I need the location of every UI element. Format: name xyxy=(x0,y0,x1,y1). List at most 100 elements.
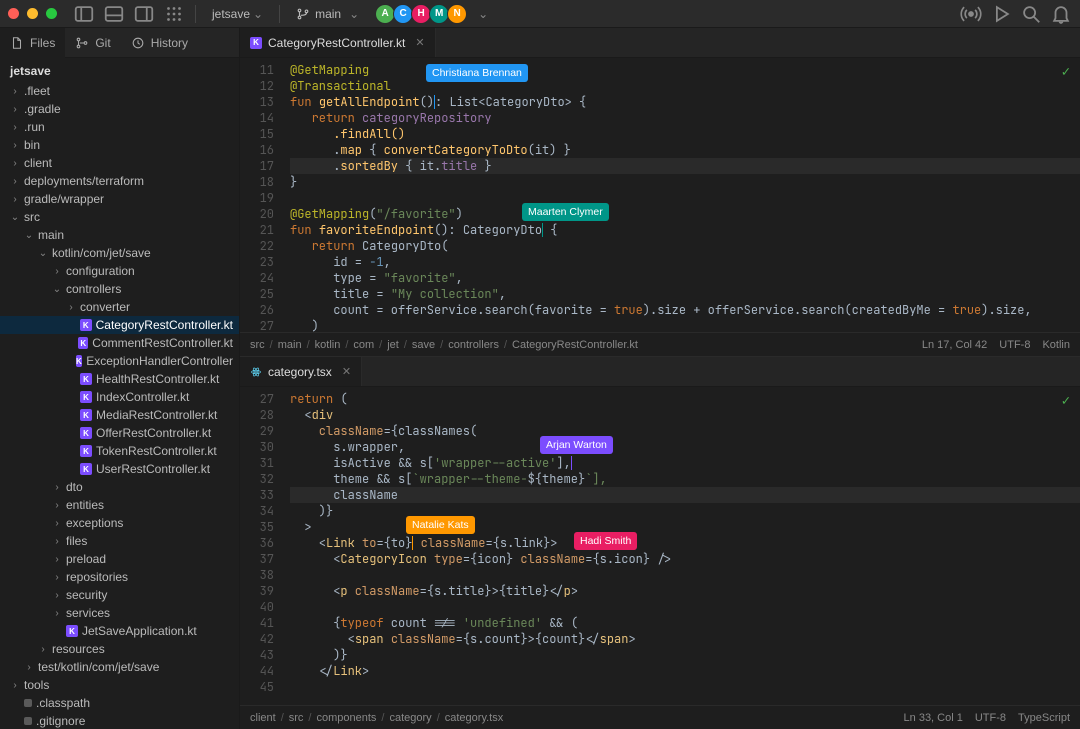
expand-chevron-icon[interactable]: › xyxy=(10,104,20,115)
encoding[interactable]: UTF-8 xyxy=(975,712,1006,724)
expand-chevron-icon[interactable]: › xyxy=(10,158,20,169)
file-row[interactable]: KUserRestController.kt xyxy=(0,460,239,478)
expand-chevron-icon[interactable]: › xyxy=(52,482,62,493)
folder-row[interactable]: ›converter xyxy=(0,298,239,316)
file-row[interactable]: KExceptionHandlerController xyxy=(0,352,239,370)
grid-icon[interactable] xyxy=(163,3,185,25)
language-mode[interactable]: TypeScript xyxy=(1018,712,1070,724)
expand-chevron-icon[interactable]: › xyxy=(52,266,62,277)
folder-row[interactable]: ›bin xyxy=(0,136,239,154)
folder-row[interactable]: ›.gradle xyxy=(0,100,239,118)
folder-row[interactable]: ⌄controllers xyxy=(0,280,239,298)
expand-chevron-icon[interactable]: › xyxy=(10,140,20,151)
notifications-icon[interactable] xyxy=(1050,3,1072,25)
expand-chevron-icon[interactable]: › xyxy=(52,572,62,583)
editor-tab[interactable]: K CategoryRestController.kt ✕ xyxy=(240,28,436,57)
expand-chevron-icon[interactable]: › xyxy=(10,86,20,97)
folder-row[interactable]: ⌄kotlin/com/jet/save xyxy=(0,244,239,262)
run-icon[interactable] xyxy=(990,3,1012,25)
expand-chevron-icon[interactable]: › xyxy=(52,608,62,619)
folder-row[interactable]: ›deployments/terraform xyxy=(0,172,239,190)
expand-chevron-icon[interactable]: ⌄ xyxy=(24,230,34,241)
expand-chevron-icon[interactable]: › xyxy=(10,122,20,133)
folder-row[interactable]: ›configuration xyxy=(0,262,239,280)
folder-row[interactable]: ›repositories xyxy=(0,568,239,586)
project-root[interactable]: jetsave xyxy=(0,58,239,82)
folder-row[interactable]: ›gradle/wrapper xyxy=(0,190,239,208)
code-content[interactable]: @GetMapping @TransactionalChristiana Bre… xyxy=(282,58,1080,332)
avatar[interactable]: H xyxy=(411,4,431,24)
folder-row[interactable]: ›.fleet xyxy=(0,82,239,100)
file-row[interactable]: KMediaRestController.kt xyxy=(0,406,239,424)
code-editor[interactable]: ✓ 1112131415161718192021222324252627 @Ge… xyxy=(240,58,1080,332)
file-row[interactable]: KOfferRestController.kt xyxy=(0,424,239,442)
close-tab-icon[interactable]: ✕ xyxy=(342,365,351,378)
expand-chevron-icon[interactable]: ⌄ xyxy=(52,284,62,295)
cursor-position[interactable]: Ln 33, Col 1 xyxy=(904,712,963,724)
folder-row[interactable]: ›client xyxy=(0,154,239,172)
sidebar-tab-git[interactable]: Git xyxy=(65,28,120,58)
avatar[interactable]: C xyxy=(393,4,413,24)
collaborator-avatars[interactable]: ACHMN xyxy=(377,4,467,24)
expand-chevron-icon[interactable]: › xyxy=(52,536,62,547)
expand-chevron-icon[interactable]: › xyxy=(52,518,62,529)
breadcrumb[interactable]: src/main/kotlin/com/jet/save/controllers… xyxy=(250,339,638,351)
search-icon[interactable] xyxy=(1020,3,1042,25)
breadcrumb[interactable]: client/src/components/category/category.… xyxy=(250,712,503,724)
panel-right-icon[interactable] xyxy=(133,3,155,25)
file-row[interactable]: KHealthRestController.kt xyxy=(0,370,239,388)
file-row[interactable]: KJetSaveApplication.kt xyxy=(0,622,239,640)
folder-row[interactable]: ›entities xyxy=(0,496,239,514)
broadcast-icon[interactable] xyxy=(960,3,982,25)
expand-chevron-icon[interactable]: ⌄ xyxy=(38,248,48,259)
avatars-chevron-icon[interactable]: ⌄ xyxy=(478,7,488,21)
folder-row[interactable]: ⌄src xyxy=(0,208,239,226)
folder-row[interactable]: ›.run xyxy=(0,118,239,136)
sidebar-tab-history[interactable]: History xyxy=(121,28,198,58)
language-mode[interactable]: Kotlin xyxy=(1042,339,1070,351)
folder-row[interactable]: ›tools xyxy=(0,676,239,694)
branch-dropdown[interactable]: main⌄ xyxy=(296,7,359,21)
encoding[interactable]: UTF-8 xyxy=(999,339,1030,351)
folder-row[interactable]: ›services xyxy=(0,604,239,622)
folder-row[interactable]: ›files xyxy=(0,532,239,550)
folder-row[interactable]: ›resources xyxy=(0,640,239,658)
maximize-window-button[interactable] xyxy=(46,8,57,19)
folder-row[interactable]: ›security xyxy=(0,586,239,604)
sidebar-tab-files[interactable]: Files xyxy=(0,28,65,58)
file-row[interactable]: KIndexController.kt xyxy=(0,388,239,406)
close-tab-icon[interactable]: ✕ xyxy=(415,36,424,49)
file-row[interactable]: KCategoryRestController.kt xyxy=(0,316,239,334)
folder-row[interactable]: ›dto xyxy=(0,478,239,496)
expand-chevron-icon[interactable]: › xyxy=(10,680,20,691)
folder-row[interactable]: ›preload xyxy=(0,550,239,568)
expand-chevron-icon[interactable]: › xyxy=(24,662,34,673)
folder-row[interactable]: ›exceptions xyxy=(0,514,239,532)
file-row[interactable]: .classpath xyxy=(0,694,239,712)
code-content[interactable]: return ( <div className={classNames( s.w… xyxy=(282,387,1080,705)
editor-tab[interactable]: category.tsx ✕ xyxy=(240,357,362,386)
folder-row[interactable]: ›test/kotlin/com/jet/save xyxy=(0,658,239,676)
avatar[interactable]: N xyxy=(447,4,467,24)
code-editor[interactable]: ✓ 27282930313233343536373839404142434445… xyxy=(240,387,1080,705)
file-row[interactable]: .gitignore xyxy=(0,712,239,729)
file-row[interactable]: KCommentRestController.kt xyxy=(0,334,239,352)
panel-left-icon[interactable] xyxy=(73,3,95,25)
project-dropdown[interactable]: jetsave⌄ xyxy=(212,7,263,21)
expand-chevron-icon[interactable]: › xyxy=(10,194,20,205)
minimize-window-button[interactable] xyxy=(27,8,38,19)
folder-row[interactable]: ⌄main xyxy=(0,226,239,244)
close-window-button[interactable] xyxy=(8,8,19,19)
expand-chevron-icon[interactable]: › xyxy=(52,554,62,565)
expand-chevron-icon[interactable]: › xyxy=(38,644,48,655)
expand-chevron-icon[interactable]: › xyxy=(52,500,62,511)
cursor-position[interactable]: Ln 17, Col 42 xyxy=(922,339,987,351)
file-row[interactable]: KTokenRestController.kt xyxy=(0,442,239,460)
avatar[interactable]: A xyxy=(375,4,395,24)
expand-chevron-icon[interactable]: ⌄ xyxy=(10,212,20,223)
avatar[interactable]: M xyxy=(429,4,449,24)
expand-chevron-icon[interactable]: › xyxy=(52,590,62,601)
panel-bottom-icon[interactable] xyxy=(103,3,125,25)
expand-chevron-icon[interactable]: › xyxy=(10,176,20,187)
expand-chevron-icon[interactable]: › xyxy=(66,302,76,313)
